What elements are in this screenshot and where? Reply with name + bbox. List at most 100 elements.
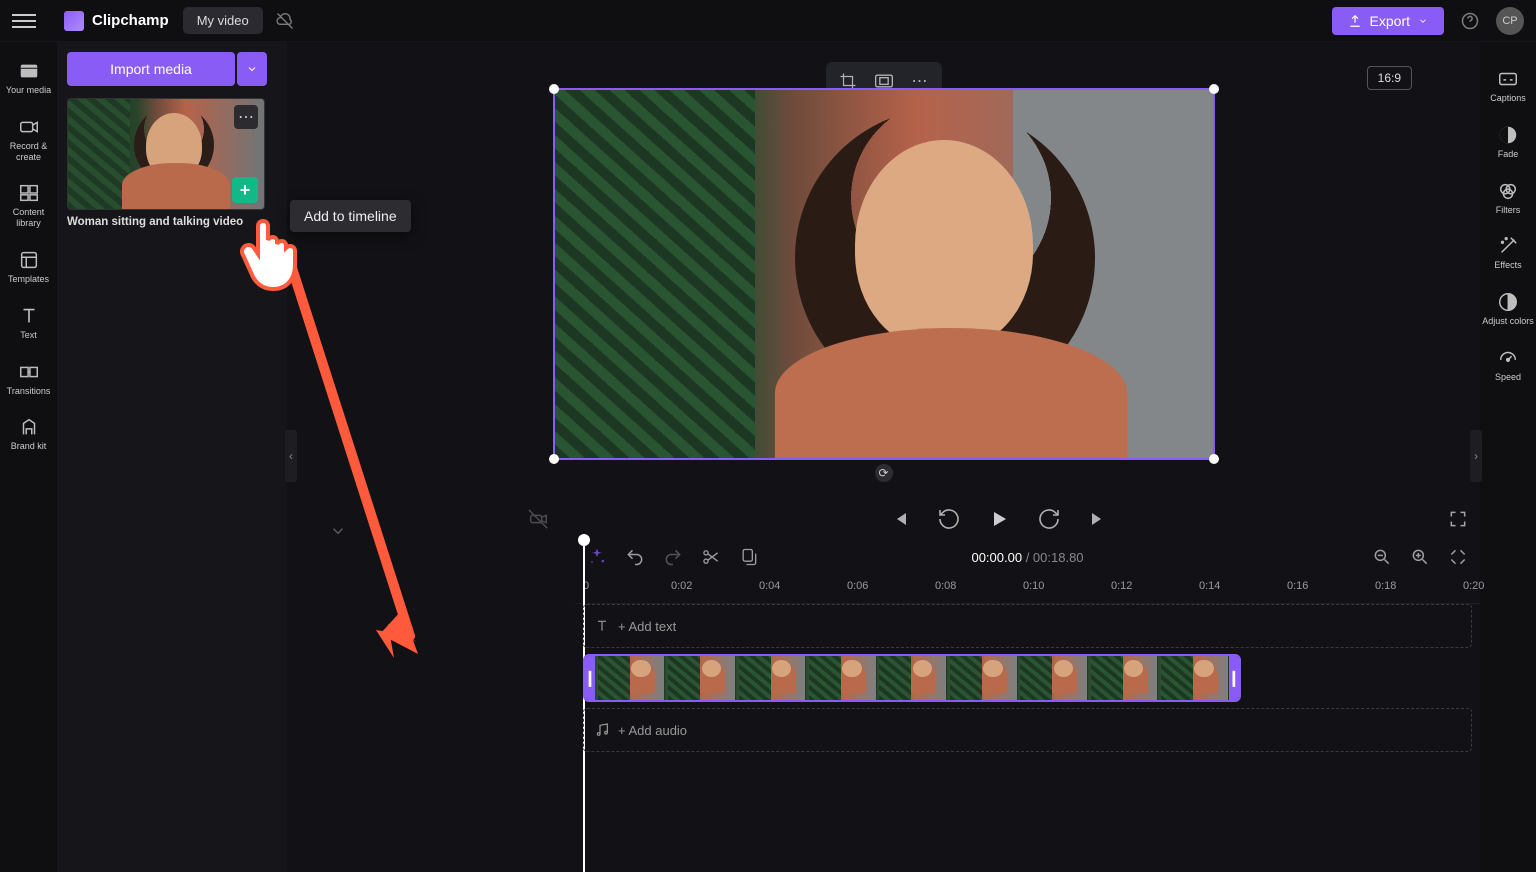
zoom-out-button[interactable] <box>1372 547 1392 567</box>
camera-icon <box>18 116 40 138</box>
ruler-tick: 0:18 <box>1375 580 1396 592</box>
ruler-tick: 0:20 <box>1463 580 1484 592</box>
text-track[interactable]: + Add text <box>583 604 1472 648</box>
text-icon <box>18 305 40 327</box>
voiceover-icon[interactable] <box>527 508 549 530</box>
project-title-tab[interactable]: My video <box>183 7 263 34</box>
user-avatar[interactable]: CP <box>1496 7 1524 35</box>
prop-adjust-colors[interactable]: Adjust colors <box>1480 281 1536 337</box>
collapse-left-panel[interactable]: ‹ <box>285 430 297 482</box>
text-icon <box>594 618 610 634</box>
import-media-caret[interactable] <box>237 52 267 86</box>
ruler-tick: 0:16 <box>1287 580 1308 592</box>
adjust-colors-icon <box>1497 291 1519 313</box>
resize-handle-tl[interactable] <box>549 84 559 94</box>
clip-frame <box>1158 656 1228 700</box>
prop-filters[interactable]: Filters <box>1480 170 1536 226</box>
upload-icon <box>1348 14 1362 28</box>
clip-handle-left[interactable]: ❙ <box>585 656 595 700</box>
nav-text[interactable]: Text <box>0 295 57 351</box>
export-label: Export <box>1370 13 1410 29</box>
add-to-timeline-tooltip: Add to timeline <box>290 200 411 232</box>
fullscreen-button[interactable] <box>1448 509 1468 529</box>
media-thumbnail[interactable]: ⋯ + <box>67 98 265 210</box>
nav-transitions[interactable]: Transitions <box>0 351 57 407</box>
prop-effects[interactable]: Effects <box>1480 225 1536 281</box>
clip-handle-right[interactable]: ❙ <box>1229 656 1239 700</box>
video-clip[interactable]: ❙ ❙ <box>583 654 1241 702</box>
timeline[interactable]: 00:00.00 / 00:18.80 00:020:040:060:080:1… <box>575 538 1480 872</box>
speed-icon <box>1497 347 1519 369</box>
rotate-handle[interactable]: ⟳ <box>875 464 893 482</box>
collapse-right-panel[interactable]: › <box>1470 430 1482 482</box>
resize-handle-tr[interactable] <box>1209 84 1219 94</box>
ruler-tick: 0:08 <box>935 580 956 592</box>
help-icon[interactable] <box>1460 11 1480 31</box>
ruler-tick: 0:12 <box>1111 580 1132 592</box>
timeline-ruler[interactable]: 00:020:040:060:080:100:120:140:160:180:2… <box>575 576 1480 604</box>
nav-brand-kit[interactable]: Brand kit <box>0 406 57 462</box>
duplicate-button[interactable] <box>739 547 759 567</box>
prop-fade[interactable]: Fade <box>1480 114 1536 170</box>
nav-record-create[interactable]: Record & create <box>0 106 57 173</box>
clip-frame <box>947 656 1017 700</box>
aspect-ratio-badge[interactable]: 16:9 <box>1367 66 1412 90</box>
skip-end-button[interactable] <box>1087 507 1111 531</box>
thumbnail-caption: Woman sitting and talking video <box>67 216 265 228</box>
media-panel: Import media ⋯ + Woman sitting and talki… <box>57 42 287 872</box>
ruler-tick: 0:04 <box>759 580 780 592</box>
export-button[interactable]: Export <box>1332 7 1444 35</box>
clip-frame <box>736 656 806 700</box>
nav-content-library[interactable]: Content library <box>0 172 57 239</box>
templates-icon <box>18 249 40 271</box>
forward-button[interactable] <box>1037 507 1061 531</box>
ruler-tick: 0:02 <box>671 580 692 592</box>
clip-frame <box>1018 656 1088 700</box>
ruler-tick: 0:10 <box>1023 580 1044 592</box>
preview-canvas[interactable]: ⟳ <box>553 88 1215 460</box>
chevron-down-icon <box>246 63 258 75</box>
ruler-tick: 0:06 <box>847 580 868 592</box>
fade-icon <box>1497 124 1519 146</box>
clip-frame <box>806 656 876 700</box>
split-button[interactable] <box>701 547 721 567</box>
brandkit-icon <box>18 416 40 438</box>
left-nav-rail: Your media Record & create Content libra… <box>0 42 57 872</box>
resize-handle-br[interactable] <box>1209 454 1219 464</box>
captions-icon <box>1497 68 1519 90</box>
nav-your-media[interactable]: Your media <box>0 50 57 106</box>
effects-icon <box>1497 235 1519 257</box>
nav-templates[interactable]: Templates <box>0 239 57 295</box>
rewind-button[interactable] <box>937 507 961 531</box>
clip-frame <box>877 656 947 700</box>
filters-icon <box>1497 180 1519 202</box>
prop-speed[interactable]: Speed <box>1480 337 1536 393</box>
media-icon <box>18 60 40 82</box>
canvas-area: ‹ › ⋯ 16:9 ⟳ <box>287 42 1480 872</box>
add-to-timeline-button[interactable]: + <box>232 177 258 203</box>
import-media-button[interactable]: Import media <box>67 52 235 86</box>
zoom-in-button[interactable] <box>1410 547 1430 567</box>
magic-button[interactable] <box>587 547 607 567</box>
clip-frame <box>595 656 665 700</box>
music-icon <box>594 722 610 738</box>
redo-button[interactable] <box>663 547 683 567</box>
timecode: 00:00.00 / 00:18.80 <box>971 550 1083 565</box>
prop-captions[interactable]: Captions <box>1480 58 1536 114</box>
hamburger-menu[interactable] <box>12 9 36 33</box>
transitions-icon <box>18 361 40 383</box>
app-name: Clipchamp <box>92 12 169 29</box>
skip-start-button[interactable] <box>887 507 911 531</box>
library-icon <box>18 182 40 204</box>
undo-button[interactable] <box>625 547 645 567</box>
clip-frame <box>1088 656 1158 700</box>
thumbnail-menu-button[interactable]: ⋯ <box>234 105 258 129</box>
resize-handle-bl[interactable] <box>549 454 559 464</box>
audio-track[interactable]: + Add audio <box>583 708 1472 752</box>
clip-frame <box>665 656 735 700</box>
clipchamp-logo-icon <box>64 11 84 31</box>
zoom-fit-button[interactable] <box>1448 547 1468 567</box>
play-button[interactable] <box>987 507 1011 531</box>
chevron-down-icon <box>1418 16 1428 26</box>
sync-off-icon[interactable] <box>275 11 295 31</box>
